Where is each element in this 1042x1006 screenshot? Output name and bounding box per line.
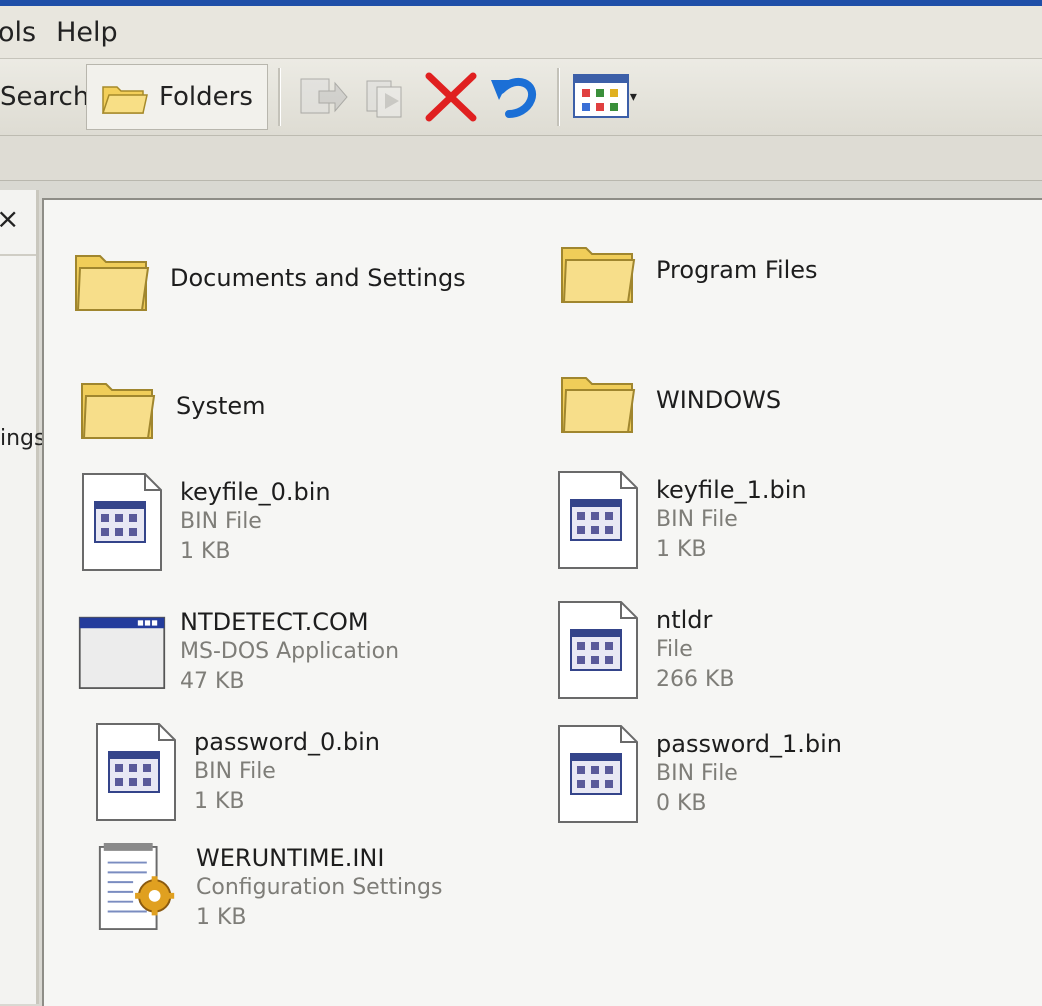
menu-help[interactable]: Help bbox=[46, 17, 128, 48]
folder-program-files[interactable]: Program Files bbox=[554, 222, 818, 318]
folders-icon bbox=[101, 86, 148, 114]
folder-documents-and-settings[interactable]: Documents and Settings bbox=[68, 230, 466, 326]
bin-file-icon bbox=[554, 471, 642, 569]
delete-button[interactable] bbox=[419, 67, 483, 127]
close-pane-icon[interactable]: × bbox=[0, 202, 19, 235]
folder-icon bbox=[554, 222, 642, 318]
copy-to-button[interactable] bbox=[355, 67, 419, 127]
config-file-icon bbox=[94, 840, 182, 936]
file-password-0[interactable]: password_0.bin BIN File 1 KB bbox=[92, 723, 380, 821]
file-list-pane: Documents and Settings Program Files Sys… bbox=[42, 198, 1042, 1006]
item-size: 1 KB bbox=[180, 539, 231, 564]
folder-icon bbox=[554, 352, 642, 448]
search-button[interactable]: Search bbox=[0, 67, 89, 127]
item-name: ntldr bbox=[656, 606, 713, 634]
item-name: keyfile_0.bin bbox=[180, 478, 331, 506]
item-type: Configuration Settings bbox=[196, 875, 443, 900]
item-size: 266 KB bbox=[656, 667, 735, 692]
file-ntldr[interactable]: ntldr File 266 KB bbox=[554, 601, 735, 699]
item-size: 0 KB bbox=[656, 791, 707, 816]
folder-windows[interactable]: WINDOWS bbox=[554, 352, 781, 448]
bin-file-icon bbox=[554, 725, 642, 823]
item-type: MS-DOS Application bbox=[180, 639, 400, 664]
delete-icon bbox=[425, 72, 477, 122]
folder-icon bbox=[68, 230, 156, 326]
toolbar-separator bbox=[277, 68, 281, 126]
item-type: BIN File bbox=[656, 761, 738, 786]
copy-to-icon bbox=[366, 80, 402, 118]
item-type: BIN File bbox=[180, 509, 262, 534]
search-label: Search bbox=[0, 82, 90, 112]
item-name: Documents and Settings bbox=[170, 264, 466, 292]
item-name: WERUNTIME.INI bbox=[196, 844, 385, 872]
item-name: password_0.bin bbox=[194, 728, 380, 756]
address-band bbox=[0, 136, 1042, 181]
folders-pane: × ings bbox=[0, 190, 45, 1004]
item-size: 47 KB bbox=[180, 669, 245, 694]
item-name: keyfile_1.bin bbox=[656, 476, 807, 504]
item-type: BIN File bbox=[656, 507, 738, 532]
file-password-1[interactable]: password_1.bin BIN File 0 KB bbox=[554, 725, 842, 823]
item-type: BIN File bbox=[194, 759, 276, 784]
bin-file-icon bbox=[92, 723, 180, 821]
views-icon bbox=[572, 74, 629, 118]
undo-icon bbox=[490, 77, 536, 118]
item-size: 1 KB bbox=[194, 789, 245, 814]
item-name: password_1.bin bbox=[656, 730, 842, 758]
views-button[interactable] bbox=[570, 67, 634, 127]
item-name: Program Files bbox=[656, 256, 818, 284]
file-weruntime-ini[interactable]: WERUNTIME.INI Configuration Settings 1 K… bbox=[94, 840, 442, 936]
item-size: 1 KB bbox=[196, 905, 247, 930]
item-size: 1 KB bbox=[656, 537, 707, 562]
bin-file-icon bbox=[78, 473, 166, 571]
folder-system[interactable]: System bbox=[74, 358, 266, 454]
menu-tools[interactable]: ols bbox=[0, 17, 46, 48]
file-keyfile-1[interactable]: keyfile_1.bin BIN File 1 KB bbox=[554, 471, 807, 569]
folder-icon bbox=[74, 358, 162, 454]
toolbar-separator bbox=[556, 68, 560, 126]
file-keyfile-0[interactable]: keyfile_0.bin BIN File 1 KB bbox=[78, 473, 331, 571]
views-dropdown-arrow-icon[interactable]: ▾ bbox=[630, 89, 637, 105]
ms-dos-app-icon bbox=[78, 604, 166, 700]
item-type: File bbox=[656, 637, 693, 662]
bin-file-icon bbox=[554, 601, 642, 699]
item-name: NTDETECT.COM bbox=[180, 608, 369, 636]
undo-button[interactable] bbox=[483, 67, 547, 127]
folders-label: Folders bbox=[159, 82, 253, 112]
move-to-icon bbox=[300, 78, 348, 114]
move-to-button[interactable] bbox=[291, 67, 355, 127]
file-ntdetect-com[interactable]: NTDETECT.COM MS-DOS Application 47 KB bbox=[78, 604, 399, 700]
item-name: System bbox=[176, 392, 266, 420]
toolbar: Search Folders ▾ bbox=[0, 59, 1042, 136]
folders-button[interactable]: Folders bbox=[86, 64, 268, 130]
tree-item-partial-label[interactable]: ings bbox=[0, 426, 45, 451]
pane-divider bbox=[0, 254, 36, 256]
item-name: WINDOWS bbox=[656, 386, 782, 414]
menu-bar: ols Help bbox=[0, 6, 1042, 59]
